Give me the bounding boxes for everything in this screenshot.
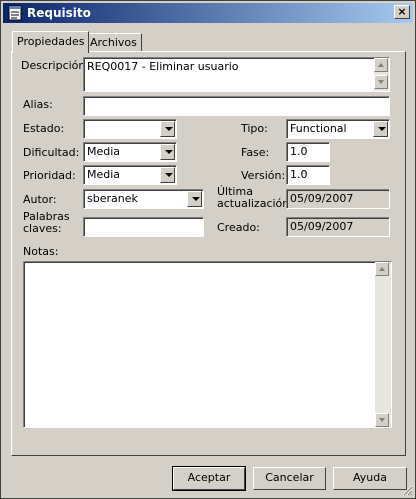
document-icon: [8, 5, 22, 21]
tab-propiedades[interactable]: Propiedades: [12, 31, 90, 53]
creado-field: 05/09/2007: [286, 217, 390, 237]
help-button[interactable]: Ayuda: [333, 467, 407, 490]
dificultad-select[interactable]: Media: [83, 142, 177, 162]
chevron-down-icon[interactable]: [187, 191, 202, 207]
resize-grip-icon[interactable]: [401, 484, 413, 496]
descripcion-label: Descripción:: [21, 59, 90, 72]
chevron-down-icon[interactable]: [160, 121, 175, 137]
dificultad-value: Media: [87, 145, 121, 158]
alias-label: Alias:: [23, 98, 53, 111]
label-line: claves:: [23, 222, 62, 235]
close-button[interactable]: ×: [394, 5, 410, 19]
prioridad-select[interactable]: Media: [83, 165, 177, 185]
version-input[interactable]: 1.0: [286, 165, 330, 185]
label-line: actualización: [217, 197, 290, 210]
version-label: Versión:: [241, 169, 286, 182]
scroll-down-button[interactable]: [374, 75, 388, 89]
notas-label: Notas:: [23, 245, 59, 258]
fase-label: Fase:: [241, 146, 270, 159]
close-icon: ×: [397, 5, 407, 18]
descripcion-field[interactable]: REQ0017 - Eliminar usuario: [83, 57, 390, 92]
cancel-button[interactable]: Cancelar: [253, 467, 326, 490]
estado-label: Estado:: [23, 122, 65, 135]
fase-input[interactable]: 1.0: [286, 142, 330, 162]
tipo-label: Tipo:: [241, 122, 268, 135]
alias-input[interactable]: [83, 96, 390, 116]
notas-scrollbar[interactable]: [375, 262, 391, 427]
descripcion-scrollbar[interactable]: [374, 58, 389, 91]
notas-textarea[interactable]: [23, 261, 392, 428]
creado-label: Creado:: [217, 221, 260, 234]
descripcion-value: REQ0017 - Eliminar usuario: [87, 60, 239, 73]
tipo-value: Functional: [290, 122, 347, 135]
chevron-down-icon[interactable]: [160, 167, 175, 183]
dialog-window: Requisito × Propiedades Archivos Descrip…: [0, 0, 416, 499]
prioridad-value: Media: [87, 168, 121, 181]
window-title: Requisito: [27, 6, 91, 20]
ultima-actualizacion-field: 05/09/2007: [286, 189, 390, 209]
dificultad-label: Dificultad:: [23, 146, 80, 159]
scroll-up-button[interactable]: [375, 262, 389, 276]
palabras-claves-label: Palabras claves:: [23, 211, 70, 235]
tipo-select[interactable]: Functional: [286, 119, 390, 139]
title-bar[interactable]: Requisito ×: [3, 3, 413, 23]
prioridad-label: Prioridad:: [23, 169, 76, 182]
autor-label: Autor:: [23, 193, 57, 206]
ultima-actualizacion-label: Última actualización: [217, 186, 289, 210]
accept-button[interactable]: Aceptar: [172, 466, 246, 491]
tab-archivos[interactable]: Archivos: [85, 33, 142, 52]
palabras-claves-input[interactable]: [83, 217, 204, 237]
scroll-down-button[interactable]: [375, 413, 389, 427]
tab-label: Propiedades: [17, 35, 85, 48]
chevron-down-icon[interactable]: [160, 144, 175, 160]
estado-select[interactable]: [83, 119, 177, 139]
tab-label: Archivos: [90, 36, 137, 49]
autor-value: sberanek: [87, 192, 138, 205]
scroll-up-button[interactable]: [374, 58, 388, 72]
autor-select[interactable]: sberanek: [83, 189, 204, 209]
chevron-down-icon[interactable]: [373, 121, 388, 137]
